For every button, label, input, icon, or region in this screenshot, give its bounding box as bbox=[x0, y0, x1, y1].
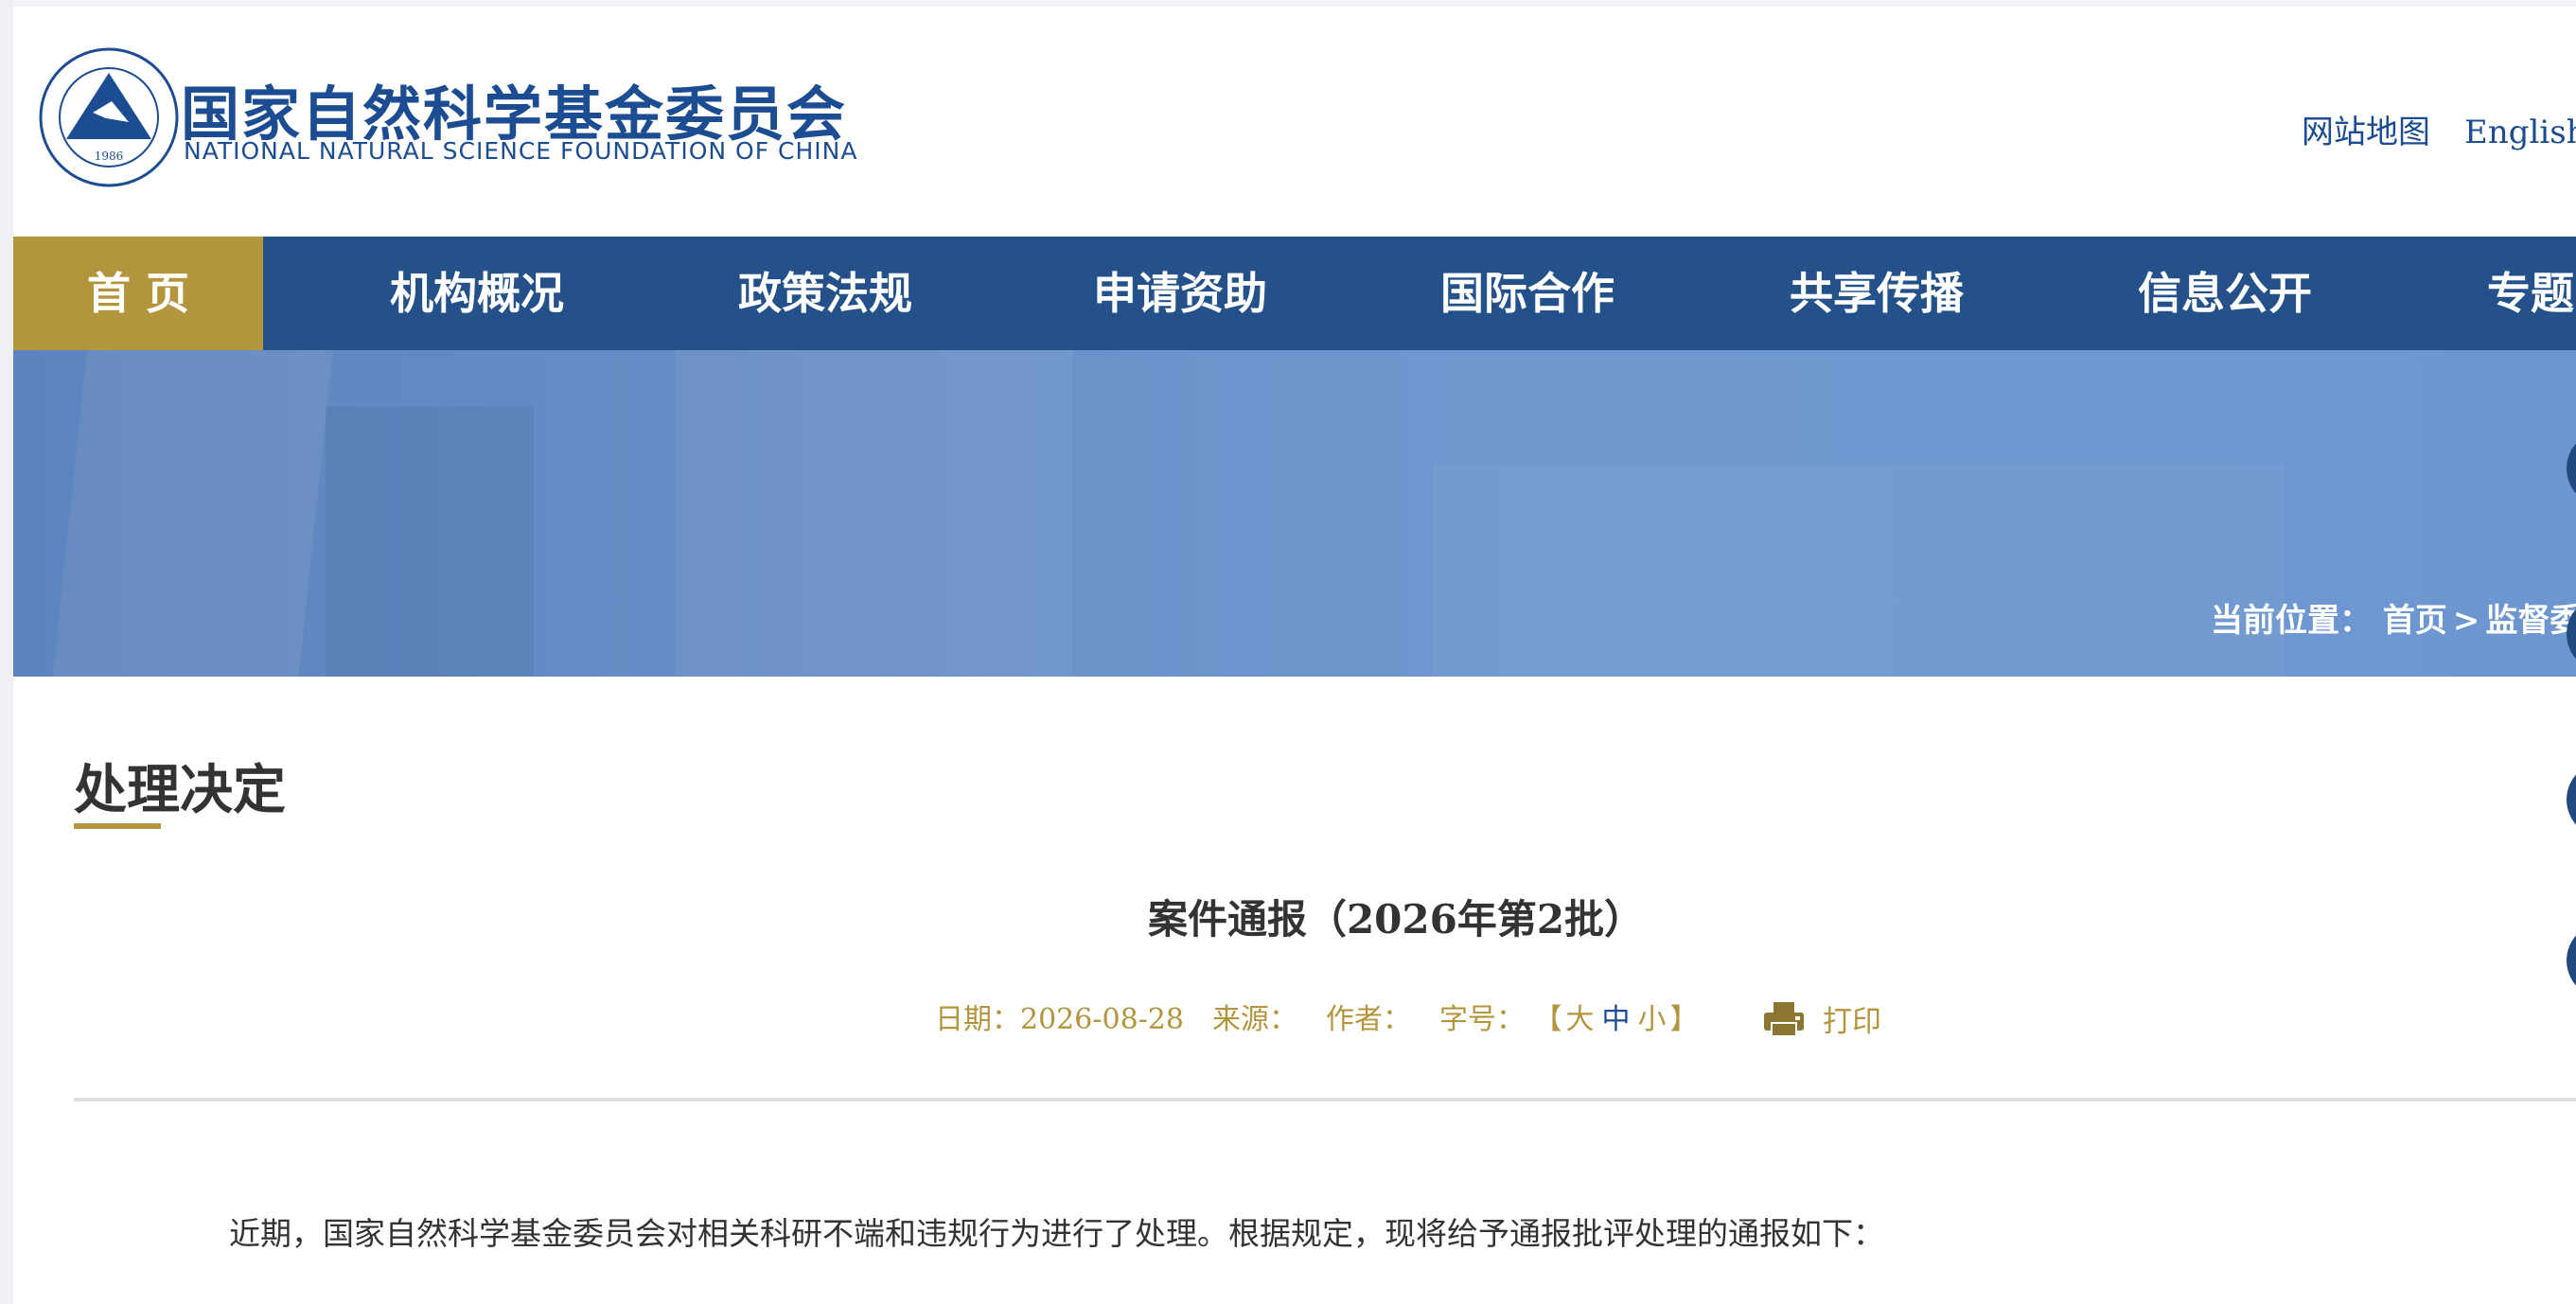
site-logo-english[interactable]: NATIONAL NATURAL SCIENCE FOUNDATION OF C… bbox=[184, 137, 857, 165]
font-size-label: 字号： bbox=[1438, 1003, 1525, 1036]
section-title-underline bbox=[74, 823, 161, 829]
article-meta: 日期：2026-08-28 来源： 作者： 字号： 【大中小】 bbox=[935, 996, 1699, 1037]
site-header: 1986 国家自然科学基金委员会 NATIONAL NATURAL SCIENC… bbox=[13, 7, 2576, 237]
page-top-edge bbox=[13, 0, 2576, 7]
font-size-small-button[interactable]: 小 bbox=[1638, 1003, 1667, 1036]
nsfc-emblem-icon[interactable]: 1986 bbox=[38, 46, 180, 188]
font-size-bracket-open: 【 bbox=[1533, 1003, 1562, 1036]
print-button[interactable]: 打印 bbox=[1762, 997, 1881, 1040]
article-date: 日期：2026-08-28 bbox=[935, 1003, 1184, 1036]
english-link[interactable]: English bbox=[2464, 114, 2576, 151]
breadcrumb: 当前位置： 首页 > 监督委 bbox=[2211, 594, 2576, 641]
font-size-medium-button[interactable]: 中 bbox=[1602, 1003, 1631, 1036]
emblem-year: 1986 bbox=[95, 150, 124, 163]
banner-shape bbox=[676, 350, 1073, 677]
breadcrumb-home-link[interactable]: 首页 bbox=[2383, 602, 2447, 640]
top-links: 网站地图 English bbox=[2302, 106, 2576, 152]
article-body-paragraph: 近期，国家自然科学基金委员会对相关科研不端和违规行为进行了处理。根据规定，现将给… bbox=[229, 1215, 1884, 1252]
font-size-large-button[interactable]: 大 bbox=[1566, 1003, 1595, 1036]
printer-icon bbox=[1764, 1001, 1804, 1037]
page-edge bbox=[0, 0, 13, 1304]
meta-divider bbox=[74, 1098, 2576, 1101]
banner-shape bbox=[1433, 464, 2285, 677]
nav-item-home[interactable]: 首 页 bbox=[13, 237, 263, 350]
font-size-bracket-close: 】 bbox=[1669, 1003, 1699, 1036]
nav-item-funding[interactable]: 申请资助 bbox=[1093, 237, 1267, 350]
nav-item-sharing[interactable]: 共享传播 bbox=[1790, 237, 1964, 350]
breadcrumb-label: 当前位置： bbox=[2211, 602, 2372, 640]
float-side-button[interactable] bbox=[2567, 762, 2576, 837]
article-author: 作者： bbox=[1325, 1003, 1411, 1036]
breadcrumb-current-link[interactable]: 监督委 bbox=[2485, 602, 2576, 640]
page-banner: 当前位置： 首页 > 监督委 bbox=[13, 350, 2576, 677]
nav-item-about[interactable]: 机构概况 bbox=[390, 237, 564, 350]
sitemap-link[interactable]: 网站地图 bbox=[2302, 114, 2430, 151]
article-source: 来源： bbox=[1211, 1003, 1297, 1036]
nav-item-disclosure[interactable]: 信息公开 bbox=[2138, 237, 2312, 350]
article-title: 案件通报（2026年第2批） bbox=[1147, 896, 1645, 943]
nav-item-policy[interactable]: 政策法规 bbox=[738, 237, 912, 350]
section-title: 处理决定 bbox=[74, 759, 286, 821]
print-label: 打印 bbox=[1823, 1005, 1881, 1039]
breadcrumb-separator: > bbox=[2452, 602, 2480, 640]
nav-item-international[interactable]: 国际合作 bbox=[1440, 237, 1614, 350]
nav-item-topics[interactable]: 专题 bbox=[2487, 237, 2574, 350]
banner-shape bbox=[51, 350, 335, 677]
banner-shape bbox=[326, 407, 534, 677]
main-nav: 首 页 机构概况 政策法规 申请资助 国际合作 共享传播 信息公开 专题 bbox=[13, 237, 2576, 350]
